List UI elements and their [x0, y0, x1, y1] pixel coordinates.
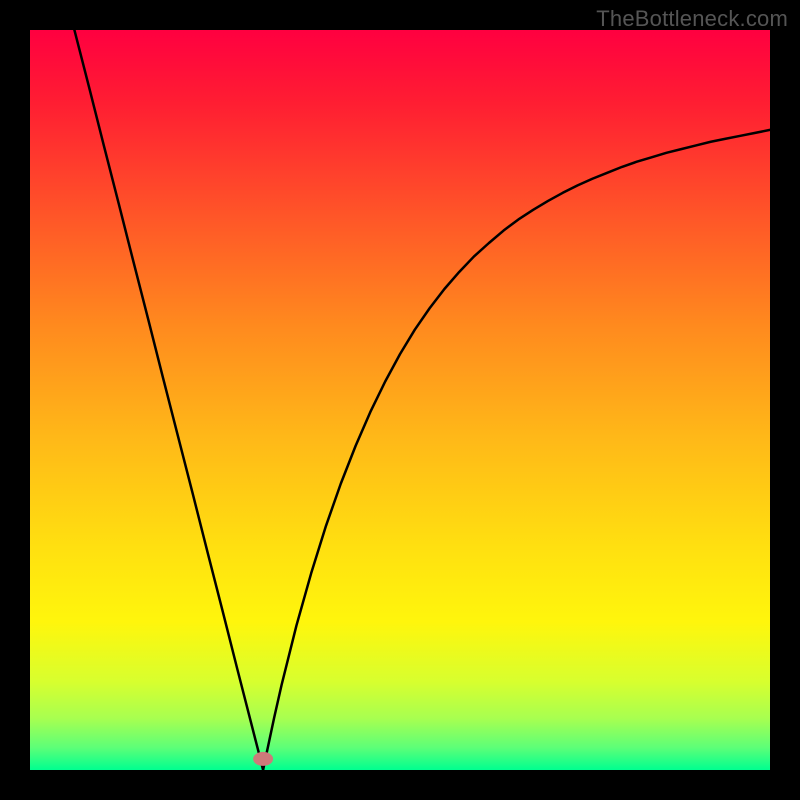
gradient-background	[30, 30, 770, 770]
chart-container: TheBottleneck.com	[0, 0, 800, 800]
watermark-text: TheBottleneck.com	[596, 6, 788, 32]
minimum-marker	[253, 752, 273, 766]
plot-area	[30, 30, 770, 770]
